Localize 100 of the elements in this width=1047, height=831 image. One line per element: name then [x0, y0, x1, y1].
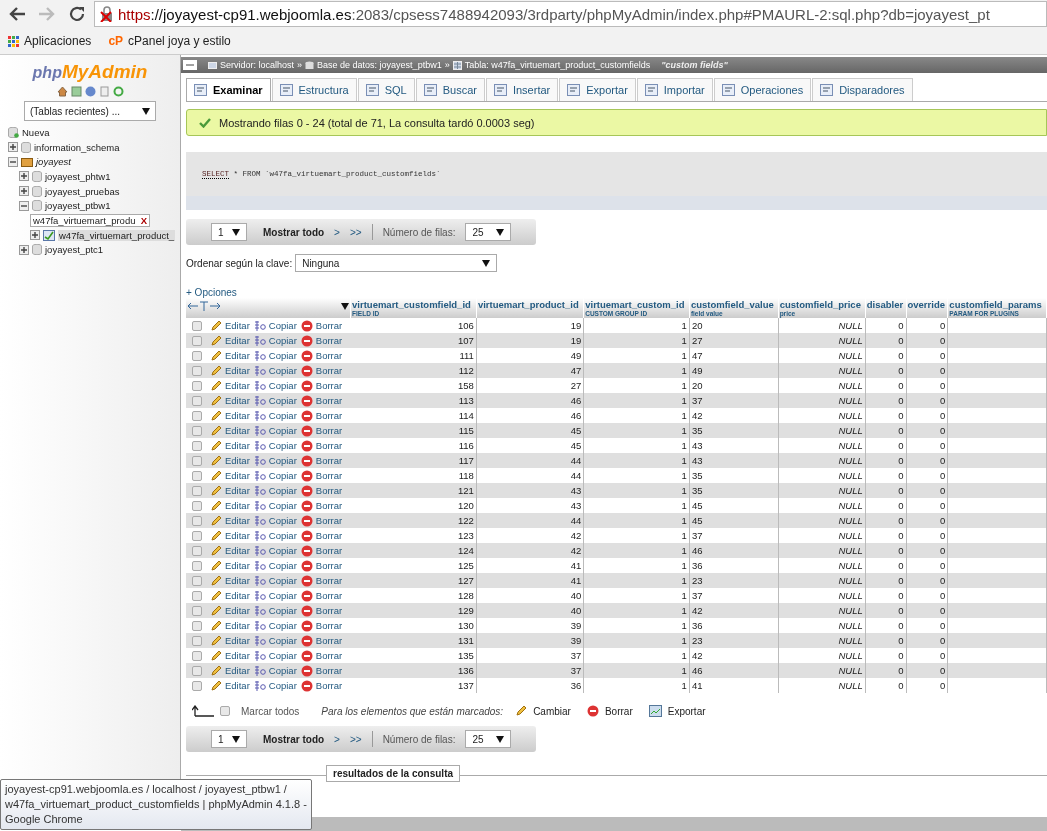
- copy-link[interactable]: Copiar: [268, 575, 297, 586]
- edit-link[interactable]: Editar: [225, 440, 250, 451]
- row-checkbox[interactable]: [192, 620, 202, 631]
- column-header[interactable]: virtuemart_product_id: [476, 298, 584, 318]
- copy-link[interactable]: Copiar: [268, 365, 297, 376]
- expand-icon[interactable]: [19, 171, 29, 182]
- last-page-button[interactable]: >>: [349, 733, 362, 745]
- copy-link[interactable]: Copiar: [268, 500, 297, 511]
- delete-link[interactable]: Borrar: [315, 575, 343, 586]
- edit-link[interactable]: Editar: [225, 335, 250, 346]
- edit-link[interactable]: Editar: [225, 380, 250, 391]
- edit-link[interactable]: Editar: [225, 635, 250, 646]
- delete-link[interactable]: Borrar: [315, 605, 343, 616]
- delete-link[interactable]: Borrar: [315, 470, 343, 481]
- home-icon[interactable]: [56, 86, 68, 97]
- copy-link[interactable]: Copiar: [268, 410, 297, 421]
- row-checkbox[interactable]: [192, 665, 202, 676]
- row-checkbox[interactable]: [192, 485, 202, 496]
- delete-link[interactable]: Borrar: [315, 380, 343, 391]
- delete-link[interactable]: Borrar: [315, 395, 343, 406]
- address-bar[interactable]: https://joyayest-cp91.webjoomla.es:2083/cpsess7488942093/3rdparty/phpMyAdmin/index.php#PMAURL-2:sql.php?db=joyayest_pt: [94, 1, 1047, 27]
- tree-item[interactable]: joyayest: [36, 156, 71, 168]
- tree-item[interactable]: Nueva: [22, 126, 50, 138]
- tree-item[interactable]: information_schema: [34, 141, 120, 153]
- row-checkbox[interactable]: [192, 350, 202, 361]
- rows-select[interactable]: 25: [465, 223, 512, 241]
- edit-link[interactable]: Editar: [225, 530, 250, 541]
- copy-link[interactable]: Copiar: [268, 320, 297, 331]
- tab[interactable]: Disparadores: [812, 78, 913, 101]
- order-select[interactable]: Ninguna: [295, 254, 498, 272]
- copy-link[interactable]: Copiar: [268, 350, 297, 361]
- tab[interactable]: Insertar: [485, 78, 559, 101]
- delete-link[interactable]: Borrar: [315, 590, 343, 601]
- delete-link[interactable]: Borrar: [315, 665, 343, 676]
- copy-link[interactable]: Copiar: [268, 665, 297, 676]
- edit-link[interactable]: Editar: [225, 365, 250, 376]
- show-all-button[interactable]: Mostrar todo: [263, 226, 325, 238]
- delete-link[interactable]: Borrar: [315, 560, 343, 571]
- copy-link[interactable]: Copiar: [268, 470, 297, 481]
- tab[interactable]: Operaciones: [713, 78, 812, 101]
- edit-link[interactable]: Editar: [225, 545, 250, 556]
- row-checkbox[interactable]: [192, 365, 202, 376]
- row-checkbox[interactable]: [192, 680, 202, 691]
- breadcrumb-link[interactable]: Tabla: w47fa_virtuemart_product_customfields: [464, 60, 651, 70]
- copy-link[interactable]: Copiar: [268, 395, 297, 406]
- copy-link[interactable]: Copiar: [268, 440, 297, 451]
- expand-icon[interactable]: [19, 244, 29, 255]
- delete-link[interactable]: Borrar: [315, 455, 343, 466]
- edit-link[interactable]: Editar: [225, 605, 250, 616]
- delete-link[interactable]: Borrar: [315, 365, 343, 376]
- next-page-button[interactable]: >: [334, 226, 340, 238]
- copy-link[interactable]: Copiar: [268, 620, 297, 631]
- delete-link[interactable]: Borrar: [315, 410, 343, 421]
- row-checkbox[interactable]: [192, 335, 202, 346]
- delete-link[interactable]: Borrar: [315, 635, 343, 646]
- edit-link[interactable]: Editar: [225, 650, 250, 661]
- delete-link[interactable]: Borrar: [315, 620, 343, 631]
- edit-link[interactable]: Editar: [225, 515, 250, 526]
- row-checkbox[interactable]: [192, 515, 202, 526]
- row-checkbox[interactable]: [192, 440, 202, 451]
- copy-link[interactable]: Copiar: [268, 485, 297, 496]
- row-checkbox[interactable]: [192, 605, 202, 616]
- copy-link[interactable]: Copiar: [268, 590, 297, 601]
- tab[interactable]: Buscar: [415, 78, 485, 101]
- delete-link[interactable]: Borrar: [315, 320, 343, 331]
- edit-link[interactable]: Editar: [225, 620, 250, 631]
- copy-link[interactable]: Copiar: [268, 545, 297, 556]
- row-checkbox[interactable]: [192, 545, 202, 556]
- delete-link[interactable]: Borrar: [315, 545, 343, 556]
- copy-link[interactable]: Copiar: [268, 560, 297, 571]
- row-checkbox[interactable]: [192, 470, 202, 481]
- rows-select[interactable]: 25: [465, 730, 512, 748]
- delete-link[interactable]: Borrar: [315, 530, 343, 541]
- copy-link[interactable]: Copiar: [268, 650, 297, 661]
- change-button[interactable]: Cambiar: [533, 705, 571, 717]
- expand-icon[interactable]: [30, 230, 40, 241]
- row-checkbox[interactable]: [192, 635, 202, 646]
- copy-link[interactable]: Copiar: [268, 635, 297, 646]
- row-checkbox[interactable]: [192, 380, 202, 391]
- export-button[interactable]: Exportar: [667, 705, 706, 717]
- edit-link[interactable]: Editar: [225, 680, 250, 691]
- copy-link[interactable]: Copiar: [268, 605, 297, 616]
- help-icon[interactable]: [84, 86, 96, 97]
- edit-link[interactable]: Editar: [225, 575, 250, 586]
- edit-link[interactable]: Editar: [225, 470, 250, 481]
- delete-link[interactable]: Borrar: [315, 350, 343, 361]
- row-checkbox[interactable]: [192, 500, 202, 511]
- tab[interactable]: Estructura: [271, 78, 357, 101]
- breadcrumb-link[interactable]: Base de datos: joyayest_ptbw1: [317, 60, 442, 70]
- column-arrows-icon[interactable]: [187, 301, 221, 311]
- delete-link[interactable]: Borrar: [315, 335, 343, 346]
- copy-link[interactable]: Copiar: [268, 380, 297, 391]
- row-checkbox[interactable]: [192, 425, 202, 436]
- show-all-button[interactable]: Mostrar todo: [263, 733, 325, 745]
- row-checkbox[interactable]: [192, 320, 202, 331]
- breadcrumb-link[interactable]: Servidor: localhost: [220, 60, 295, 70]
- column-header[interactable]: override: [906, 298, 948, 318]
- delete-link[interactable]: Borrar: [315, 680, 343, 691]
- edit-link[interactable]: Editar: [225, 455, 250, 466]
- edit-link[interactable]: Editar: [225, 320, 250, 331]
